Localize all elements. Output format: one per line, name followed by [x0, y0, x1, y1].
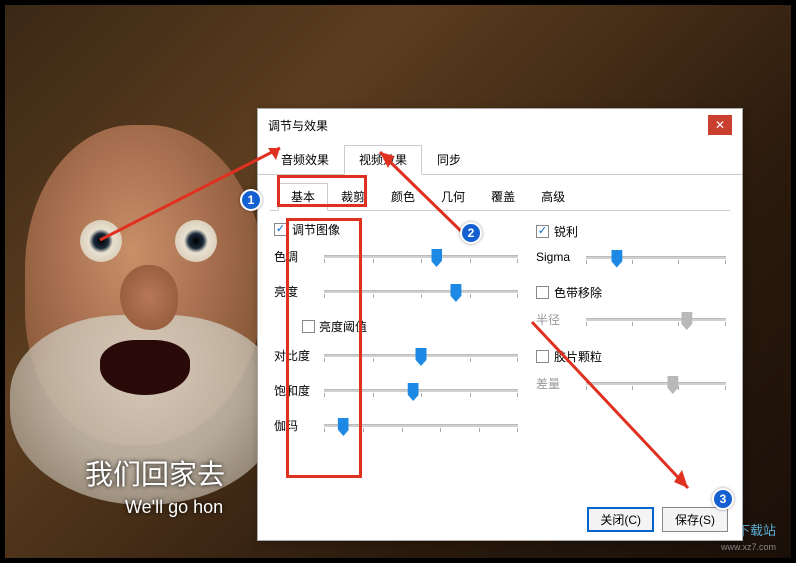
saturation-label: 饱和度 — [274, 382, 316, 399]
tab-basic[interactable]: 基本 — [278, 183, 328, 211]
tab-video-effects[interactable]: 视频效果 — [344, 145, 422, 175]
sub-tabs: 基本 裁剪 颜色 几何 覆盖 高级 — [270, 183, 730, 211]
brightness-threshold-checkbox[interactable] — [302, 320, 315, 333]
tab-audio-effects[interactable]: 音频效果 — [266, 145, 344, 174]
watermark-url: www.xz7.com — [721, 542, 776, 552]
sharpen-checkbox[interactable] — [536, 225, 549, 238]
sigma-slider[interactable] — [586, 256, 726, 259]
brightness-label: 亮度 — [274, 283, 316, 300]
contrast-slider[interactable] — [324, 354, 518, 357]
subtitle-en: We'll go hon — [125, 497, 223, 518]
grain-checkbox[interactable] — [536, 350, 549, 363]
tab-sync[interactable]: 同步 — [422, 145, 476, 174]
sharpen-label: 锐利 — [554, 223, 578, 240]
banding-label: 色带移除 — [554, 284, 602, 301]
badge-3: 3 — [712, 488, 734, 510]
radius-label: 半径 — [536, 311, 578, 328]
radius-slider[interactable] — [586, 318, 726, 321]
close-dialog-button[interactable]: 关闭(C) — [587, 507, 654, 532]
tab-geometry[interactable]: 几何 — [428, 183, 478, 210]
grain-label: 胶片颗粒 — [554, 348, 602, 365]
brightness-slider[interactable] — [324, 290, 518, 293]
tab-color[interactable]: 颜色 — [378, 183, 428, 210]
variance-label: 差量 — [536, 375, 578, 392]
brightness-threshold-label: 亮度阈值 — [319, 318, 367, 335]
hue-label: 色调 — [274, 248, 316, 265]
character-face — [25, 125, 265, 445]
subtitle-cn: 我们回家去 — [85, 453, 225, 493]
contrast-label: 对比度 — [274, 347, 316, 364]
main-tabs: 音频效果 视频效果 同步 — [258, 145, 742, 175]
hue-slider[interactable] — [324, 255, 518, 258]
dialog-title: 调节与效果 — [268, 117, 328, 134]
gamma-slider[interactable] — [324, 424, 518, 427]
tab-overlay[interactable]: 覆盖 — [478, 183, 528, 210]
tab-crop[interactable]: 裁剪 — [328, 183, 378, 210]
close-button[interactable]: ✕ — [708, 115, 732, 135]
banding-checkbox[interactable] — [536, 286, 549, 299]
variance-slider[interactable] — [586, 382, 726, 385]
adjust-image-label: 调节图像 — [292, 221, 340, 238]
badge-1: 1 — [240, 189, 262, 211]
saturation-slider[interactable] — [324, 389, 518, 392]
adjust-image-checkbox[interactable] — [274, 223, 287, 236]
save-button[interactable]: 保存(S) — [662, 507, 728, 532]
gamma-label: 伽玛 — [274, 417, 316, 434]
effects-dialog: 调节与效果 ✕ 音频效果 视频效果 同步 基本 裁剪 颜色 几何 覆盖 高级 调… — [257, 108, 743, 541]
tab-advanced[interactable]: 高级 — [528, 183, 578, 210]
badge-2: 2 — [460, 222, 482, 244]
sigma-label: Sigma — [536, 250, 578, 264]
